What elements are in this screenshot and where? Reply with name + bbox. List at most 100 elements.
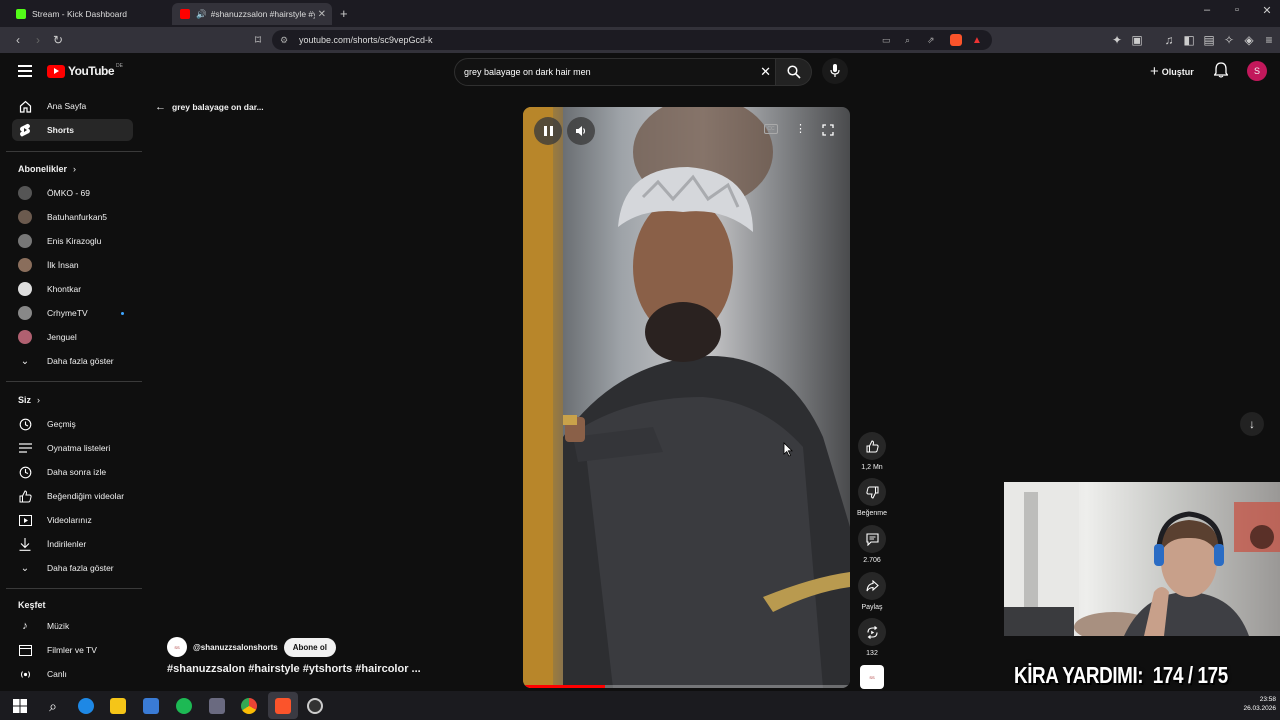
back-icon[interactable]: ‹ xyxy=(11,33,25,47)
sidebar-item-watch-later[interactable]: Daha sonra izle xyxy=(12,461,133,483)
taskbar-search-icon[interactable]: ⌕ xyxy=(45,698,61,714)
minimize-icon[interactable]: – xyxy=(1192,4,1222,16)
create-button[interactable]: + Oluştur xyxy=(1150,63,1194,80)
chrome-icon[interactable] xyxy=(241,698,257,714)
dislike-button[interactable] xyxy=(858,478,886,506)
tab-kick[interactable]: Stream - Kick Dashboard xyxy=(8,3,170,25)
next-short-button[interactable]: ↓ xyxy=(1240,412,1264,436)
forward-icon[interactable]: › xyxy=(31,33,45,47)
site-info-icon[interactable]: ⚙ xyxy=(280,35,288,46)
cast-icon[interactable]: ▭ xyxy=(882,35,891,46)
tab-youtube[interactable]: 🔊 #shanuzzsalon #hairstyle #yts ✕ xyxy=(172,3,332,25)
sidebar-sub-item[interactable]: Batuhanfurkan5 xyxy=(12,206,133,228)
thumbs-down-icon xyxy=(865,486,878,499)
wallet-icon[interactable]: ▤ xyxy=(1202,33,1216,47)
notifications-button[interactable] xyxy=(1213,62,1229,83)
vpn-icon[interactable]: ◈ xyxy=(1242,33,1256,47)
back-to-results-link[interactable]: ← grey balayage on dar... xyxy=(155,101,264,113)
clear-search-icon[interactable]: ✕ xyxy=(760,64,771,80)
sidebar-item-history[interactable]: Geçmiş xyxy=(12,413,133,435)
shorts-icon xyxy=(18,123,32,137)
sidebar-sub-item[interactable]: Jenguel xyxy=(12,326,133,348)
short-title[interactable]: #shanuzzsalon #hairstyle #ytshorts #hair… xyxy=(167,663,421,675)
file-explorer-icon[interactable] xyxy=(110,698,126,714)
close-window-icon[interactable]: ✕ xyxy=(1252,4,1280,17)
comments-action[interactable]: 2.706 xyxy=(858,525,886,564)
subscribe-button[interactable]: Abone ol xyxy=(283,637,336,657)
hamburger-icon[interactable] xyxy=(18,65,32,77)
share-button[interactable] xyxy=(858,572,886,600)
url-bar[interactable]: ⚙ youtube.com/shorts/sc9vepGcd-k ▭ ⌕ ⇗ ▲ xyxy=(272,30,992,50)
sound-thumbnail[interactable]: SS xyxy=(860,665,884,689)
extensions-icon[interactable]: ✦ xyxy=(1110,33,1124,47)
brave-icon[interactable] xyxy=(275,698,291,714)
edge-icon[interactable] xyxy=(78,698,94,714)
more-options-icon[interactable]: ⋮ xyxy=(795,122,806,135)
show-more-subscriptions[interactable]: ⌄ Daha fazla göster xyxy=(12,350,133,372)
remix-icon xyxy=(866,625,878,639)
brave-rewards-icon[interactable]: ▲ xyxy=(972,35,982,46)
like-button[interactable] xyxy=(858,432,886,460)
reload-icon[interactable]: ↻ xyxy=(51,33,65,47)
remix-action[interactable]: 132 xyxy=(858,618,886,657)
store-icon[interactable] xyxy=(143,698,159,714)
maximize-icon[interactable]: ▫ xyxy=(1222,4,1252,16)
brave-shield-icon[interactable] xyxy=(950,34,962,46)
sidebar-item-live[interactable]: Canlı xyxy=(12,663,133,685)
you-heading[interactable]: Siz › xyxy=(18,395,40,405)
zoom-icon[interactable]: ⌕ xyxy=(905,35,910,46)
comments-button[interactable] xyxy=(858,525,886,553)
close-tab-icon[interactable]: ✕ xyxy=(318,9,326,20)
search-input[interactable]: grey balayage on dark hair men ✕ xyxy=(454,58,776,86)
sidebar-sub-item[interactable]: İlk İnsan xyxy=(12,254,133,276)
media-icon[interactable]: ♫ xyxy=(1162,33,1176,47)
spotify-icon[interactable] xyxy=(176,698,192,714)
like-action[interactable]: 1,2 Mn xyxy=(858,432,886,471)
share-icon[interactable]: ⇗ xyxy=(927,35,935,46)
leo-icon[interactable]: ✧ xyxy=(1222,33,1236,47)
fullscreen-icon[interactable] xyxy=(822,123,834,141)
shorts-video-player[interactable]: CC ⋮ xyxy=(523,107,850,688)
search-icon xyxy=(786,65,801,79)
avatar[interactable]: S xyxy=(1247,61,1267,81)
search-button[interactable] xyxy=(776,58,812,86)
sidebar-item-your-videos[interactable]: Videolarınız xyxy=(12,509,133,531)
tab-manager-icon[interactable]: ▣ xyxy=(1130,33,1144,47)
show-more-you[interactable]: ⌄ Daha fazla göster xyxy=(12,557,133,579)
live-icon xyxy=(18,667,32,681)
menu-icon[interactable]: ≡ xyxy=(1262,33,1276,47)
progress-bar[interactable] xyxy=(523,685,850,688)
sidebar-item-liked[interactable]: Beğendiğim videolar xyxy=(12,485,133,507)
sidebar-item-playlists[interactable]: Oynatma listeleri xyxy=(12,437,133,459)
dislike-action[interactable]: Beğenme xyxy=(857,478,887,517)
sidebar-sub-item[interactable]: ÖMKO - 69 xyxy=(12,182,133,204)
sidebar-toggle-icon[interactable]: ◧ xyxy=(1182,33,1196,47)
calculator-icon[interactable] xyxy=(209,698,225,714)
subscriptions-heading[interactable]: Abonelikler › xyxy=(18,164,76,174)
sidebar-sub-item[interactable]: CrhymeTV xyxy=(12,302,133,324)
sidebar-item-movies[interactable]: Filmler ve TV xyxy=(12,639,133,661)
voice-search-button[interactable] xyxy=(822,58,848,84)
sidebar-item-home[interactable]: Ana Sayfa xyxy=(12,95,133,117)
system-clock[interactable]: 23:58 26.03.2026 xyxy=(1230,695,1276,713)
pause-button[interactable] xyxy=(534,117,562,145)
tab-title: Stream - Kick Dashboard xyxy=(32,9,127,19)
channel-name[interactable]: @shanuzzsalonshorts xyxy=(193,643,278,652)
windows-start-icon[interactable] xyxy=(12,698,28,714)
home-icon xyxy=(18,99,32,113)
remix-button[interactable] xyxy=(858,618,886,646)
captions-icon[interactable]: CC xyxy=(764,124,778,134)
sidebar-sub-item[interactable]: Enis Kirazoglu xyxy=(12,230,133,252)
bookmark-icon[interactable]: ⌑ xyxy=(251,33,265,47)
sidebar-item-downloads[interactable]: İndirilenler xyxy=(12,533,133,555)
share-action[interactable]: Paylaş xyxy=(858,572,886,611)
channel-avatar[interactable]: SS xyxy=(167,637,187,657)
new-tab-button[interactable]: + xyxy=(340,6,348,21)
sidebar-sub-item[interactable]: Khontkar xyxy=(12,278,133,300)
sidebar-item-music[interactable]: ♪ Müzik xyxy=(12,615,133,637)
obs-icon[interactable] xyxy=(307,698,323,714)
youtube-logo[interactable]: YouTube DE xyxy=(47,63,123,78)
share-label: Paylaş xyxy=(861,604,883,611)
sidebar-item-shorts[interactable]: Shorts xyxy=(12,119,133,141)
volume-button[interactable] xyxy=(567,117,595,145)
